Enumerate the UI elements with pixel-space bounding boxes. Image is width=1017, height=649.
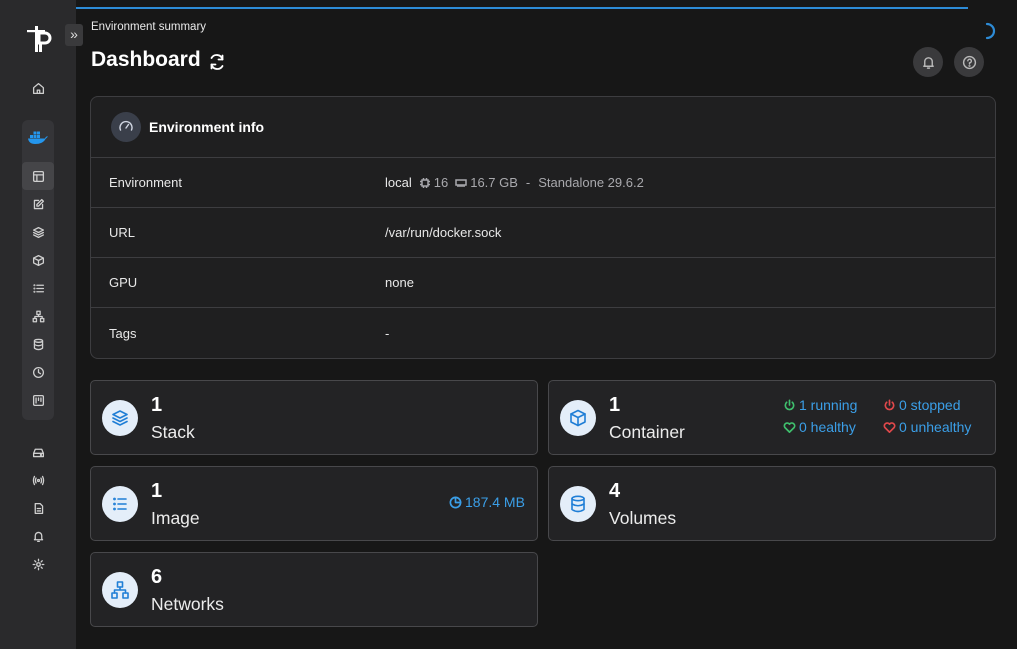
environment-info-header: Environment info <box>91 97 995 158</box>
volumes-count: 4 <box>609 480 621 502</box>
docker-icon[interactable] <box>22 122 54 152</box>
stopped-status[interactable]: 0 stopped <box>883 397 961 413</box>
networks-icon[interactable] <box>22 302 54 330</box>
gauge-icon <box>111 112 141 142</box>
networks-card[interactable]: 6 Networks <box>90 552 538 627</box>
refresh-icon[interactable] <box>207 52 227 72</box>
loading-spinner-icon <box>985 22 996 40</box>
bell-icon <box>922 56 934 69</box>
env-row-environment: Environment local 16 16.7 GB - Standalon… <box>91 158 995 208</box>
env-row-label: Environment <box>109 175 182 190</box>
env-gpu-value: none <box>385 275 414 290</box>
volumes-label: Volumes <box>609 508 677 528</box>
env-row-url: URL /var/run/docker.sock <box>91 208 995 258</box>
image-card[interactable]: 1 Image 187.4 MB <box>90 466 538 541</box>
volumes-card[interactable]: 4 Volumes <box>548 466 996 541</box>
templates-edit-icon[interactable] <box>22 190 54 218</box>
sidebar <box>0 0 76 649</box>
env-tags-value: - <box>385 325 390 341</box>
edge-broadcast-icon[interactable] <box>22 466 54 494</box>
images-list-icon[interactable] <box>22 274 54 302</box>
dashboard-icon[interactable] <box>22 162 54 190</box>
engine-type: Standalone 29.6.2 <box>538 175 644 190</box>
portainer-logo[interactable] <box>26 24 54 54</box>
networks-icon <box>102 572 138 608</box>
stack-card[interactable]: 1 Stack <box>90 380 538 455</box>
volumes-database-icon <box>560 486 596 522</box>
stack-layers-icon <box>102 400 138 436</box>
breadcrumb[interactable]: Environment summary <box>91 21 206 33</box>
running-status[interactable]: 1 running <box>783 397 857 413</box>
container-box-icon <box>560 400 596 436</box>
healthy-status[interactable]: 0 healthy <box>783 419 856 435</box>
events-clock-icon[interactable] <box>22 358 54 386</box>
stacks-layers-icon[interactable] <box>22 218 54 246</box>
networks-label: Networks <box>151 594 224 614</box>
env-row-tags: Tags - <box>91 308 995 358</box>
env-url-value: /var/run/docker.sock <box>385 225 502 240</box>
settings-gear-icon[interactable] <box>22 550 54 578</box>
env-row-label: URL <box>109 225 136 240</box>
notifications-button[interactable] <box>913 47 943 77</box>
containers-box-icon[interactable] <box>22 246 54 274</box>
logs-file-icon[interactable] <box>22 494 54 522</box>
sidebar-expand-button[interactable]: » <box>65 24 83 46</box>
loading-progress-bar <box>0 7 968 9</box>
env-row-label: GPU <box>109 275 138 290</box>
image-count: 1 <box>151 480 163 502</box>
environment-info-title: Environment info <box>149 119 265 135</box>
heart-off-icon <box>883 421 896 433</box>
environments-drive-icon[interactable] <box>22 438 54 466</box>
env-row-label: Tags <box>109 325 137 341</box>
power-off-icon <box>884 399 895 410</box>
volumes-database-icon[interactable] <box>22 330 54 358</box>
memory-icon <box>455 178 467 187</box>
power-icon <box>784 399 795 410</box>
heart-icon <box>783 421 796 433</box>
stack-label: Stack <box>151 422 195 442</box>
help-button[interactable] <box>954 47 984 77</box>
environment-name: local <box>385 175 412 190</box>
help-circle-icon <box>962 55 976 69</box>
memory-stat: 16.7 GB <box>455 175 518 190</box>
container-count: 1 <box>609 394 621 416</box>
image-size: 187.4 MB <box>449 494 525 510</box>
engine-separator: - <box>525 175 531 190</box>
env-row-gpu: GPU none <box>91 258 995 308</box>
unhealthy-status[interactable]: 0 unhealthy <box>883 419 971 435</box>
container-label: Container <box>609 422 685 442</box>
pie-chart-icon <box>449 496 462 508</box>
cpu-icon <box>419 177 430 188</box>
notifications-bell-icon[interactable] <box>22 522 54 550</box>
stack-count: 1 <box>151 394 163 416</box>
environment-info-widget: Environment info Environment local 16 16… <box>90 96 996 359</box>
home-icon[interactable] <box>22 74 54 102</box>
container-card[interactable]: 1 Container 1 running 0 stopped 0 health… <box>548 380 996 455</box>
image-label: Image <box>151 508 200 528</box>
host-board-icon[interactable] <box>22 386 54 414</box>
page-title: Dashboard <box>91 48 201 71</box>
networks-count: 6 <box>151 566 163 588</box>
cpu-stat: 16 <box>419 175 448 190</box>
image-list-icon <box>102 486 138 522</box>
